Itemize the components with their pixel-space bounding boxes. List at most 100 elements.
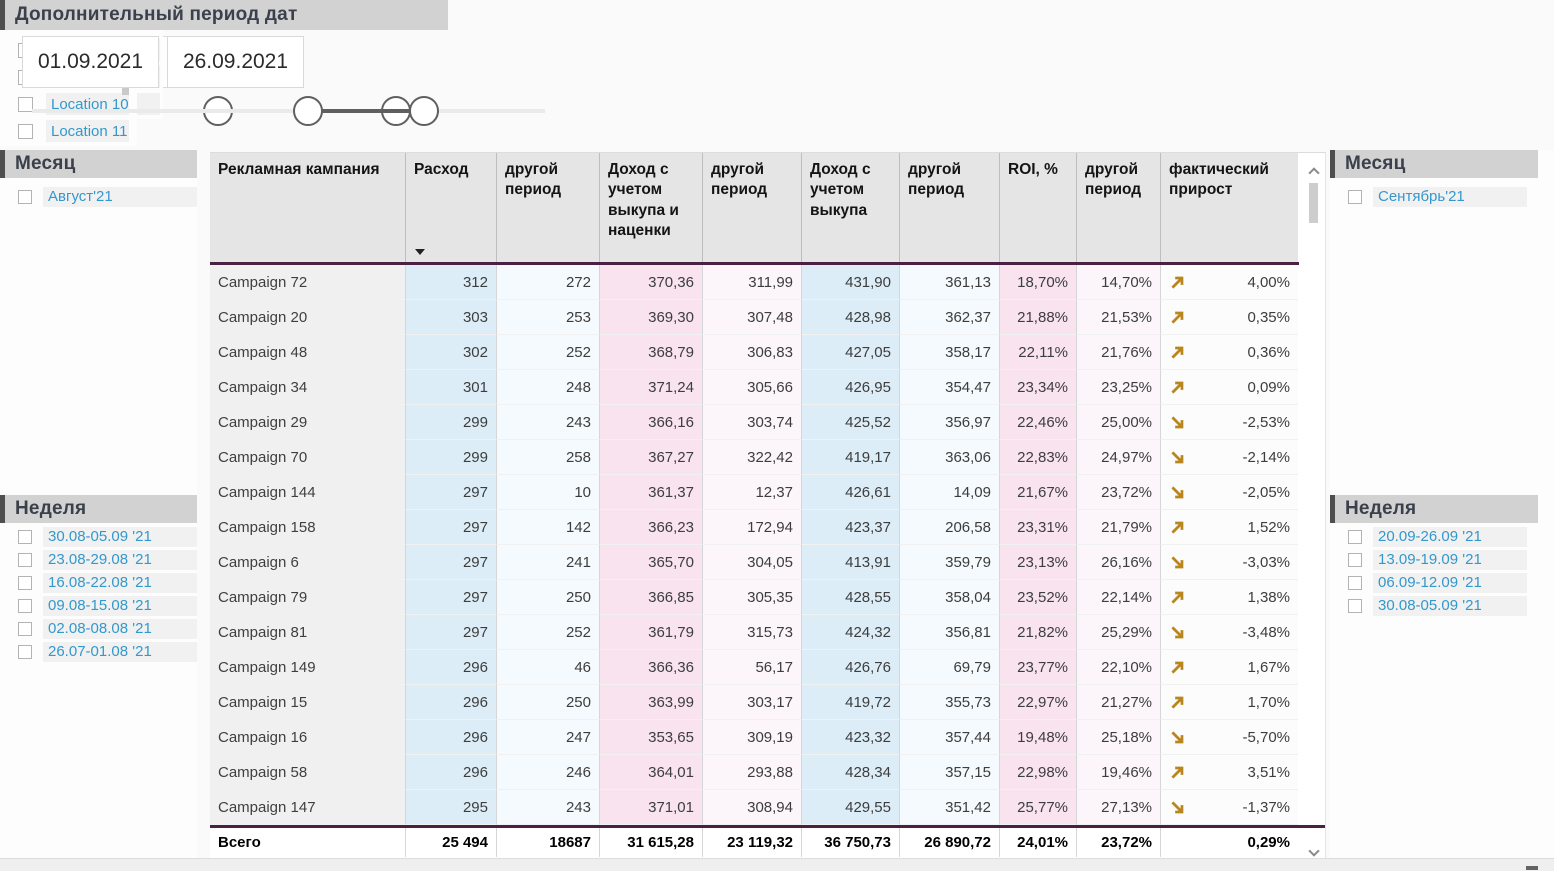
value-cell[interactable]: 363,99 [600,685,703,720]
value-cell[interactable]: 306,83 [703,335,802,370]
value-cell[interactable]: 19,46% [1077,755,1161,790]
checkbox[interactable] [18,598,32,613]
value-cell[interactable]: 361,79 [600,615,703,650]
value-cell[interactable]: 23,13% [1000,545,1077,580]
table-row[interactable]: Campaign 15 296 250 363,99 303,17 419,72 355,7… [210,685,1299,720]
value-cell[interactable]: 22,98% [1000,755,1077,790]
table-row[interactable]: Campaign 29 299 243 366,16 303,74 425,52 356,9… [210,405,1299,440]
value-cell[interactable]: 425,52 [802,405,900,440]
checkbox[interactable] [18,644,32,659]
value-cell[interactable]: 206,58 [900,510,1000,545]
checkbox-item[interactable]: 20.09-26.09 '21 [1348,526,1527,547]
value-cell[interactable]: 351,42 [900,790,1000,825]
value-cell[interactable]: 1,67% [1161,650,1298,685]
value-cell[interactable]: 172,94 [703,510,802,545]
extra-date-start-input[interactable]: 01.09.2021 [22,36,159,88]
table-row[interactable]: Campaign 58 296 246 364,01 293,88 428,34 357,1… [210,755,1299,790]
value-cell[interactable]: 22,97% [1000,685,1077,720]
value-cell[interactable]: -5,70% [1161,720,1298,755]
campaign-name-cell[interactable]: Campaign 6 [210,545,406,580]
table-row[interactable]: Campaign 48 302 252 368,79 306,83 427,05 358,1… [210,335,1299,370]
value-cell[interactable]: 19,48% [1000,720,1077,755]
column-header-other-period[interactable]: другой период [900,153,1000,262]
value-cell[interactable]: 353,65 [600,720,703,755]
checkbox-item[interactable]: 13.09-19.09 '21 [1348,549,1527,570]
checkbox[interactable] [18,96,33,112]
campaign-name-cell[interactable]: Campaign 20 [210,300,406,335]
table-row[interactable]: Campaign 81 297 252 361,79 315,73 424,32 356,8… [210,615,1299,650]
value-cell[interactable]: 296 [406,720,497,755]
value-cell[interactable]: 22,11% [1000,335,1077,370]
value-cell[interactable]: 357,44 [900,720,1000,755]
value-cell[interactable]: 426,76 [802,650,900,685]
value-cell[interactable]: 297 [406,545,497,580]
value-cell[interactable]: 21,76% [1077,335,1161,370]
campaign-name-cell[interactable]: Campaign 158 [210,510,406,545]
value-cell[interactable]: 23,72% [1077,475,1161,510]
value-cell[interactable]: 22,46% [1000,405,1077,440]
campaign-name-cell[interactable]: Campaign 48 [210,335,406,370]
value-cell[interactable]: 69,79 [900,650,1000,685]
value-cell[interactable]: 297 [406,615,497,650]
value-cell[interactable]: 419,17 [802,440,900,475]
value-cell[interactable]: 297 [406,510,497,545]
value-cell[interactable]: 309,19 [703,720,802,755]
value-cell[interactable]: -2,53% [1161,405,1298,440]
value-cell[interactable]: 23,52% [1000,580,1077,615]
value-cell[interactable]: 0,09% [1161,370,1298,405]
value-cell[interactable]: 18,70% [1000,265,1077,300]
value-cell[interactable]: 23,31% [1000,510,1077,545]
column-header-other-period[interactable]: другой период [1077,153,1161,262]
value-cell[interactable]: 248 [497,370,600,405]
column-header-income-buyout[interactable]: Доход с учетом выкупа [802,153,900,262]
value-cell[interactable]: 426,61 [802,475,900,510]
value-cell[interactable]: 297 [406,475,497,510]
table-row[interactable]: Campaign 158 297 142 366,23 172,94 423,37 206,… [210,510,1299,545]
value-cell[interactable]: 431,90 [802,265,900,300]
checkbox[interactable] [18,123,33,139]
column-header-actual-growth[interactable]: фактический прирост [1161,153,1298,262]
value-cell[interactable]: 22,14% [1077,580,1161,615]
value-cell[interactable]: 21,88% [1000,300,1077,335]
value-cell[interactable]: 424,32 [802,615,900,650]
value-cell[interactable]: 1,70% [1161,685,1298,720]
value-cell[interactable]: 4,00% [1161,265,1298,300]
value-cell[interactable]: 355,73 [900,685,1000,720]
value-cell[interactable]: 14,70% [1077,265,1161,300]
value-cell[interactable]: 419,72 [802,685,900,720]
checkbox-item[interactable]: 26.07-01.08 '21 [18,641,197,662]
value-cell[interactable]: 296 [406,650,497,685]
value-cell[interactable]: 359,79 [900,545,1000,580]
checkbox[interactable] [18,575,32,590]
value-cell[interactable]: 423,37 [802,510,900,545]
scroll-up-icon[interactable] [1308,167,1320,179]
value-cell[interactable]: 301 [406,370,497,405]
checkbox[interactable] [18,552,32,567]
checkbox-item[interactable]: Location 11 [18,119,129,143]
value-cell[interactable]: 3,51% [1161,755,1298,790]
value-cell[interactable]: 258 [497,440,600,475]
value-cell[interactable]: 427,05 [802,335,900,370]
value-cell[interactable]: 21,79% [1077,510,1161,545]
table-row[interactable]: Campaign 144 297 10 361,37 12,37 426,61 14,09 2… [210,475,1299,510]
value-cell[interactable]: 295 [406,790,497,825]
value-cell[interactable]: 25,29% [1077,615,1161,650]
value-cell[interactable]: 21,82% [1000,615,1077,650]
column-header-spend[interactable]: Расход [406,153,497,262]
checkbox-item[interactable]: 30.08-05.09 '21 [1348,595,1527,616]
value-cell[interactable]: 25,00% [1077,405,1161,440]
table-row[interactable]: Campaign 149 296 46 366,36 56,17 426,76 69,79 2… [210,650,1299,685]
value-cell[interactable]: 311,99 [703,265,802,300]
value-cell[interactable]: 303,74 [703,405,802,440]
value-cell[interactable]: 27,13% [1077,790,1161,825]
extra-date-end-input[interactable]: 26.09.2021 [167,36,304,88]
value-cell[interactable]: 364,01 [600,755,703,790]
value-cell[interactable]: 252 [497,615,600,650]
value-cell[interactable]: 356,97 [900,405,1000,440]
value-cell[interactable]: 315,73 [703,615,802,650]
value-cell[interactable]: -3,48% [1161,615,1298,650]
column-header-campaign[interactable]: Рекламная кампания [210,153,406,262]
value-cell[interactable]: 22,10% [1077,650,1161,685]
checkbox-item[interactable]: 06.09-12.09 '21 [1348,572,1527,593]
value-cell[interactable]: 142 [497,510,600,545]
